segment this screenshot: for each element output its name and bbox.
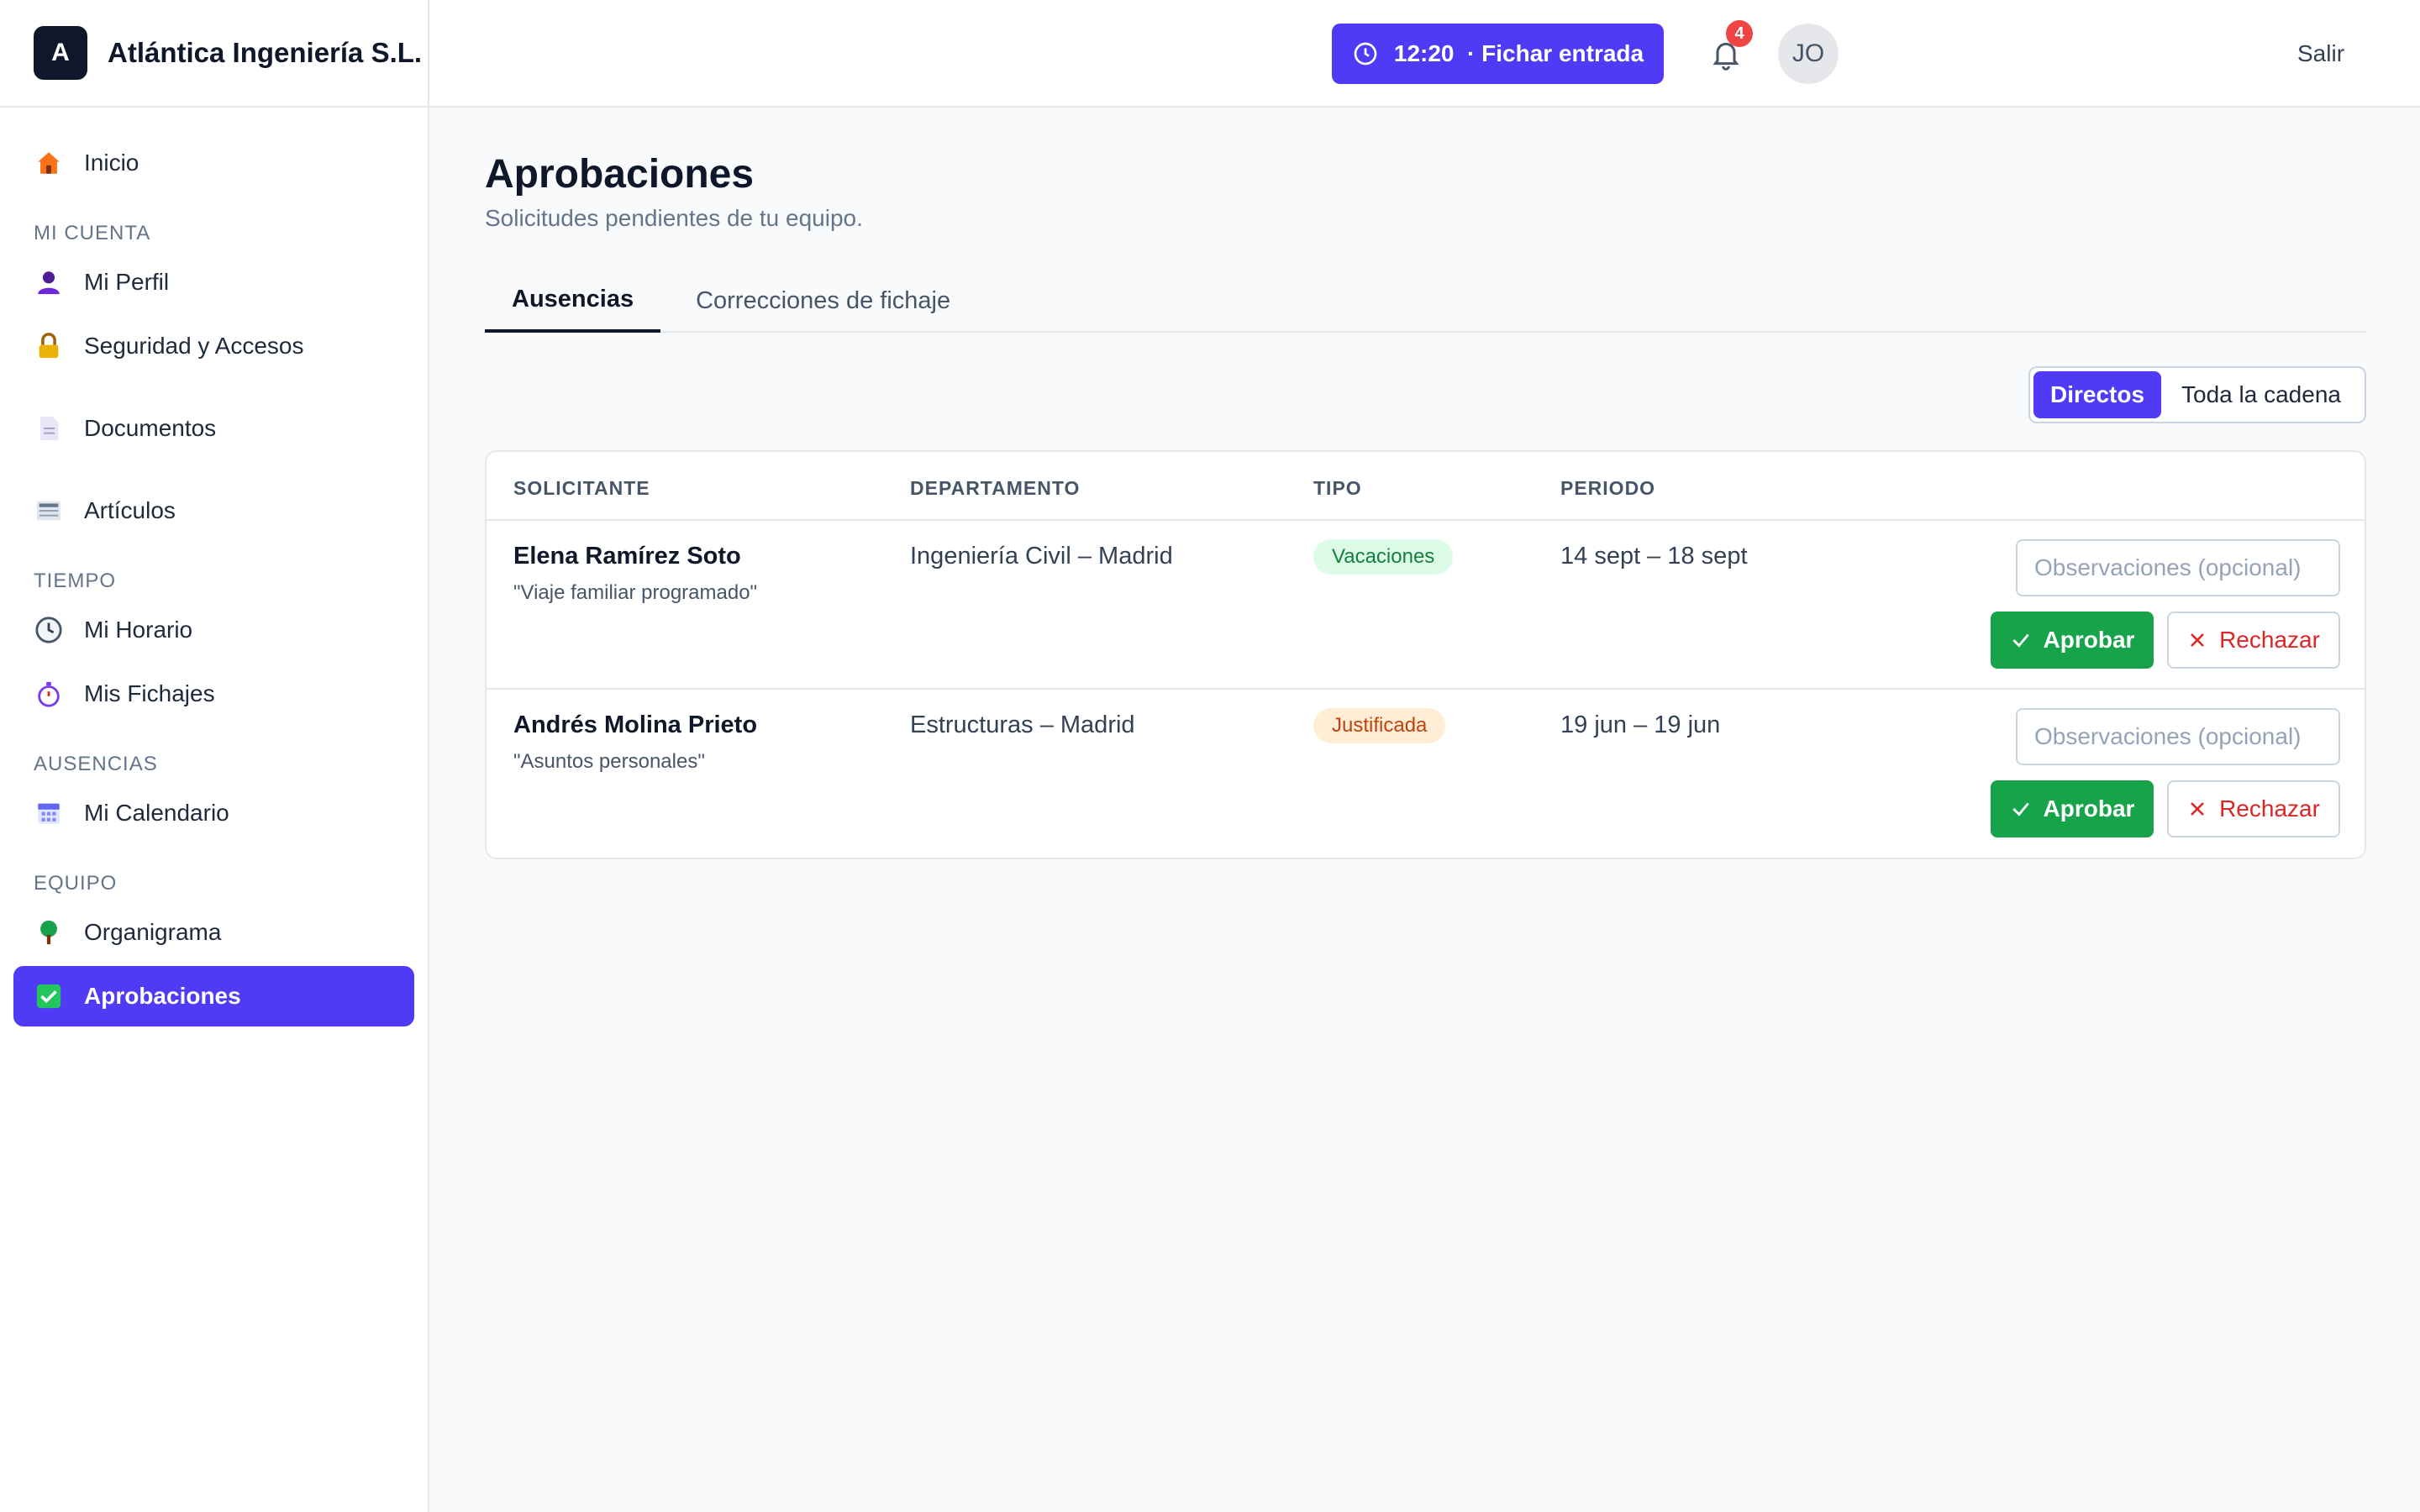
reject-button[interactable]: Rechazar	[2167, 612, 2340, 669]
clock-icon	[1354, 42, 1377, 66]
observations-input[interactable]	[2016, 539, 2340, 596]
sidebar-item-label: Organigrama	[84, 919, 222, 945]
clock-in-button[interactable]: 12:20 · Fichar entrada	[1332, 24, 1664, 84]
request-note: "Asuntos personales"	[513, 750, 705, 773]
close-icon	[2191, 633, 2204, 647]
type-badge: Vacaciones	[1313, 539, 1454, 575]
period: 14 sept – 18 sept	[1560, 543, 1748, 570]
sidebar-section-mi-cuenta: MI CUENTA	[34, 222, 151, 244]
sidebar-item-articulos[interactable]: Artículos	[13, 480, 414, 541]
approve-label: Aprobar	[2043, 795, 2135, 822]
department: Ingeniería Civil – Madrid	[910, 543, 1173, 570]
newspaper-icon	[34, 496, 64, 526]
tabs: Ausencias Correcciones de fichaje	[485, 269, 2366, 333]
check-icon	[2012, 802, 2029, 816]
sidebar-item-label: Aprobaciones	[84, 983, 241, 1009]
reject-button[interactable]: Rechazar	[2167, 780, 2340, 837]
sidebar-section-ausencias: AUSENCIAS	[34, 753, 158, 775]
reject-label: Rechazar	[2219, 795, 2320, 822]
tree-icon	[34, 917, 64, 948]
department: Estructuras – Madrid	[910, 711, 1135, 738]
sidebar: A Atlántica Ingeniería S.L. Inicio MI CU…	[0, 0, 429, 1512]
scope-chain-button[interactable]: Toda la cadena	[2161, 371, 2361, 418]
column-header-departamento: DEPARTAMENTO	[910, 477, 1081, 499]
table-row: Elena Ramírez Soto "Viaje familiar progr…	[487, 521, 2365, 690]
calendar-icon	[34, 798, 64, 828]
sidebar-item-label: Artículos	[84, 497, 176, 523]
requester-name: Elena Ramírez Soto	[513, 543, 741, 570]
sidebar-item-mi-calendario[interactable]: Mi Calendario	[13, 783, 414, 843]
scope-direct-button[interactable]: Directos	[2033, 371, 2161, 418]
table-header: SOLICITANTE DEPARTAMENTO TIPO PERIODO	[487, 452, 2365, 521]
sidebar-item-label: Inicio	[84, 150, 139, 176]
sidebar-item-inicio[interactable]: Inicio	[13, 133, 414, 193]
approve-button[interactable]: Aprobar	[1991, 612, 2154, 669]
sidebar-item-label: Seguridad y Accesos	[84, 333, 304, 359]
tab-correcciones-fichaje[interactable]: Correcciones de fichaje	[669, 269, 977, 333]
sidebar-item-mi-perfil[interactable]: Mi Perfil	[13, 252, 414, 312]
sidebar-item-label: Mi Perfil	[84, 269, 170, 295]
reject-label: Rechazar	[2219, 627, 2320, 653]
sidebar-nav: Inicio MI CUENTA Mi Perfil Seguridad y A…	[0, 108, 428, 1026]
page-subtitle: Solicitudes pendientes de tu equipo.	[485, 205, 863, 231]
observations-input[interactable]	[2016, 708, 2340, 765]
checkbox-icon	[34, 981, 64, 1011]
brand: A Atlántica Ingeniería S.L.	[0, 0, 428, 108]
user-icon	[34, 267, 64, 297]
request-note: "Viaje familiar programado"	[513, 581, 758, 604]
sidebar-item-label: Mi Horario	[84, 617, 193, 643]
avatar[interactable]: JO	[1778, 24, 1839, 84]
period: 19 jun – 19 jun	[1560, 711, 1721, 738]
sidebar-item-mis-fichajes[interactable]: Mis Fichajes	[13, 664, 414, 724]
notification-count-badge: 4	[1726, 20, 1753, 47]
approve-label: Aprobar	[2043, 627, 2135, 653]
clock-icon	[34, 615, 64, 645]
lock-icon	[34, 331, 64, 361]
page-title: Aprobaciones	[485, 152, 755, 197]
clock-in-label: 12:20 · Fichar entrada	[1393, 40, 1644, 66]
type-badge: Justificada	[1313, 708, 1446, 743]
check-icon	[2012, 633, 2029, 648]
sidebar-item-aprobaciones[interactable]: Aprobaciones	[13, 966, 414, 1026]
sidebar-item-mi-horario[interactable]: Mi Horario	[13, 600, 414, 660]
approvals-table: SOLICITANTE DEPARTAMENTO TIPO PERIODO El…	[485, 450, 2366, 859]
close-icon	[2191, 802, 2204, 816]
column-header-solicitante: SOLICITANTE	[513, 477, 650, 499]
sidebar-item-documentos[interactable]: Documentos	[13, 398, 414, 459]
sidebar-section-tiempo: TIEMPO	[34, 570, 117, 592]
sidebar-item-organigrama[interactable]: Organigrama	[13, 902, 414, 963]
column-header-periodo: PERIODO	[1560, 477, 1656, 499]
sidebar-item-label: Mis Fichajes	[84, 680, 215, 706]
scope-toggle: Directos Toda la cadena	[2028, 366, 2366, 423]
document-icon	[34, 413, 64, 444]
home-icon	[34, 148, 64, 178]
brand-name: Atlántica Ingeniería S.L.	[108, 37, 423, 68]
sidebar-item-label: Mi Calendario	[84, 800, 229, 826]
table-row: Andrés Molina Prieto "Asuntos personales…	[487, 690, 2365, 858]
tab-ausencias[interactable]: Ausencias	[485, 269, 661, 333]
requester-name: Andrés Molina Prieto	[513, 711, 758, 738]
approve-button[interactable]: Aprobar	[1991, 780, 2154, 837]
stopwatch-icon	[34, 679, 64, 709]
sidebar-item-seguridad[interactable]: Seguridad y Accesos	[13, 316, 414, 376]
brand-logo: A	[34, 26, 87, 80]
logout-link[interactable]: Salir	[2297, 34, 2344, 74]
sidebar-item-label: Documentos	[84, 415, 217, 441]
sidebar-section-equipo: EQUIPO	[34, 872, 118, 895]
column-header-tipo: TIPO	[1313, 477, 1362, 499]
